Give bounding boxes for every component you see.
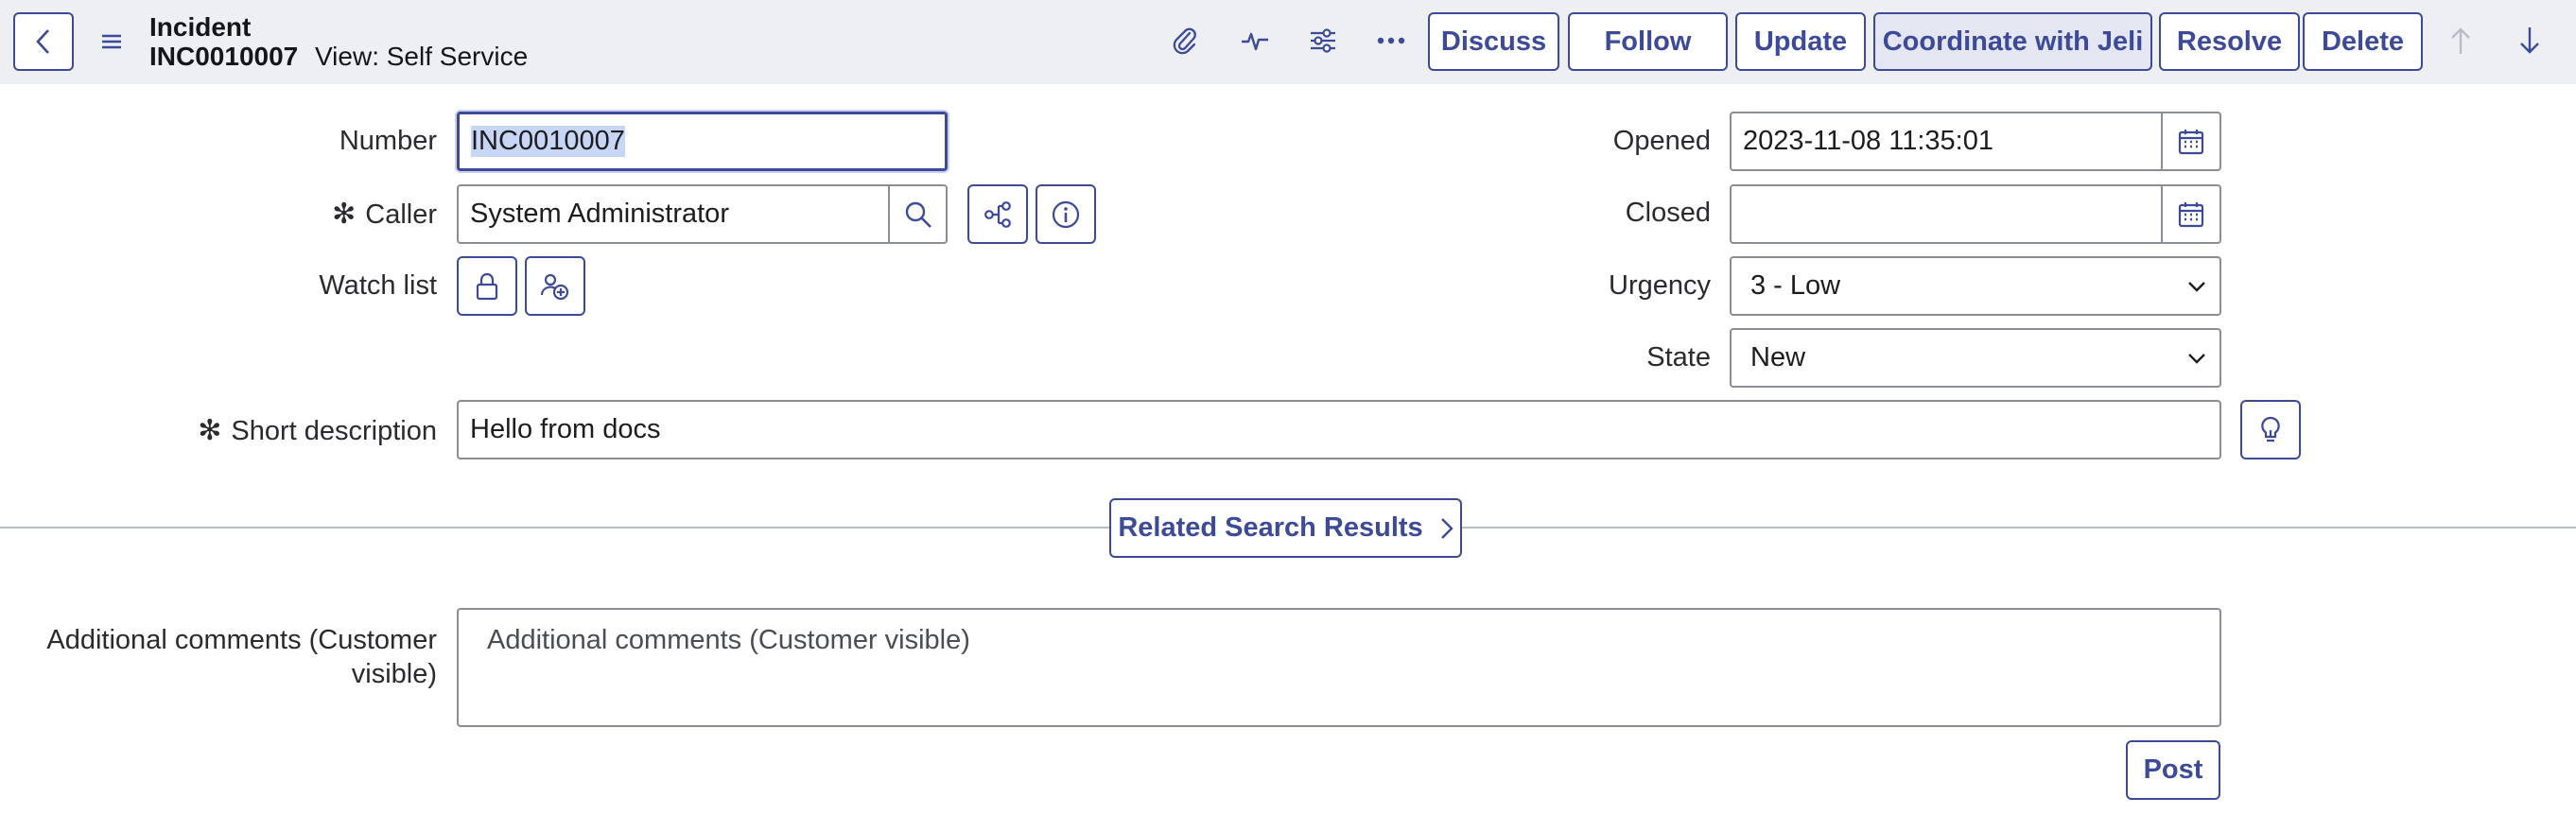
chevron-down-icon <box>2188 353 2205 364</box>
state-value: New <box>1750 342 1806 373</box>
calendar-icon <box>2178 201 2204 227</box>
settings-icon[interactable] <box>1304 22 1342 60</box>
discuss-button[interactable]: Discuss <box>1428 12 1559 71</box>
caller-label: ✻ Caller <box>332 199 437 230</box>
opened-calendar-button[interactable] <box>2162 112 2221 171</box>
short-description-label: ✻ Short description <box>198 415 437 446</box>
back-icon <box>36 29 49 54</box>
record-subtitle: INC0010007 View: Self Service <box>149 42 528 72</box>
urgency-label: Urgency <box>1609 270 1711 301</box>
record-number: INC0010007 <box>149 42 299 71</box>
record-type-title: Incident <box>149 12 252 42</box>
watch-list-label: Watch list <box>319 270 437 301</box>
additional-comments-textarea[interactable]: Additional comments (Customer visible) <box>457 608 2221 727</box>
caller-value: System Administrator <box>470 199 729 229</box>
short-description-value: Hello from docs <box>470 414 661 444</box>
required-icon: ✻ <box>332 199 357 230</box>
search-icon <box>905 201 931 228</box>
watch-list-lock-button[interactable] <box>457 256 517 316</box>
state-label: State <box>1646 342 1711 373</box>
opened-field[interactable]: 2023-11-08 11:35:01 <box>1730 112 2163 171</box>
chevron-right-icon <box>1440 517 1453 539</box>
coordinate-with-jeli-button[interactable]: Coordinate with Jeli <box>1873 12 2152 71</box>
suggestion-button[interactable] <box>2240 400 2301 459</box>
resolve-button[interactable]: Resolve <box>2159 12 2300 71</box>
required-icon: ✻ <box>198 415 222 446</box>
urgency-select[interactable]: 3 - Low <box>1730 256 2221 316</box>
chevron-down-icon <box>2188 281 2205 292</box>
closed-label: Closed <box>1625 198 1711 228</box>
urgency-value: 3 - Low <box>1750 270 1841 301</box>
watch-list-add-me-button[interactable] <box>525 256 585 316</box>
state-select[interactable]: New <box>1730 328 2221 388</box>
short-description-field[interactable]: Hello from docs <box>457 400 2221 459</box>
number-label: Number <box>339 126 437 156</box>
follow-button[interactable]: Follow <box>1568 12 1728 71</box>
add-user-icon <box>540 273 569 300</box>
menu-icon[interactable] <box>96 26 128 58</box>
lightbulb-icon <box>2261 416 2280 442</box>
update-button[interactable]: Update <box>1735 12 1866 71</box>
number-value: INC0010007 <box>471 126 625 157</box>
caller-field[interactable]: System Administrator <box>457 184 890 244</box>
closed-field[interactable] <box>1730 184 2163 244</box>
view-label: View: Self Service <box>315 42 529 71</box>
opened-label: Opened <box>1612 126 1711 156</box>
back-button[interactable] <box>13 12 74 71</box>
more-icon[interactable] <box>1372 22 1410 60</box>
number-field[interactable]: INC0010007 <box>457 112 948 171</box>
attachment-icon[interactable] <box>1166 22 1204 60</box>
lock-icon <box>476 272 498 300</box>
calendar-icon <box>2178 129 2204 154</box>
post-button[interactable]: Post <box>2126 740 2220 800</box>
caller-search-button[interactable] <box>889 184 948 244</box>
closed-calendar-button[interactable] <box>2162 184 2221 244</box>
caller-info-button[interactable] <box>1036 184 1096 244</box>
hierarchy-icon <box>984 200 1011 228</box>
info-icon <box>1052 200 1080 228</box>
opened-value: 2023-11-08 11:35:01 <box>1743 126 1993 156</box>
caller-dependency-button[interactable] <box>967 184 1028 244</box>
related-search-results-button[interactable]: Related Search Results <box>1109 498 1462 558</box>
down-arrow-icon[interactable] <box>2513 21 2547 61</box>
additional-comments-label: Additional comments (Customer visible) <box>46 625 437 689</box>
activity-icon[interactable] <box>1236 22 1274 60</box>
delete-button[interactable]: Delete <box>2303 12 2423 71</box>
related-search-label: Related Search Results <box>1118 512 1423 543</box>
up-arrow-icon[interactable] <box>2444 21 2478 61</box>
